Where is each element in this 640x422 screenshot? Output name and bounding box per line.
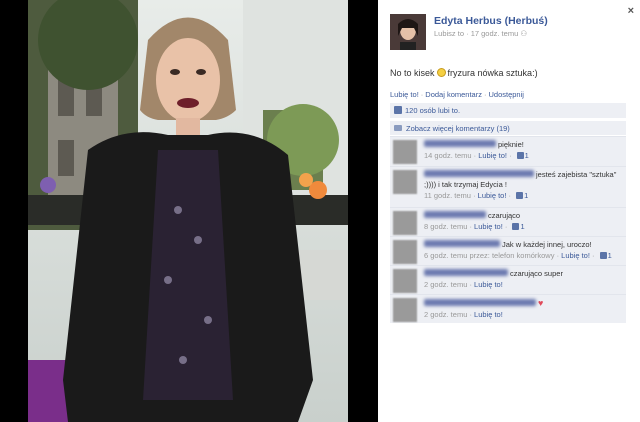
heart-icon: ♥ (538, 298, 544, 308)
comment-time[interactable]: 2 godz. temu (424, 280, 467, 289)
comment-meta: 8 godz. temu · Lubię to! · 1 (424, 222, 525, 231)
share-button[interactable]: Udostępnij (488, 90, 523, 99)
comment-item: Jak w każdej innej, uroczo! 6 godz. temu… (390, 236, 626, 265)
comment-item: ♥ 2 godz. temu · Lubię to! (390, 294, 626, 323)
comment-meta: 14 godz. temu · Lubię to! · 1 (424, 151, 529, 160)
commenter-avatar[interactable] (393, 298, 417, 322)
comment-meta: 11 godz. temu · Lubię to! · 1 (424, 191, 529, 200)
comment-body: czarująco 8 godz. temu · Lubię to! · 1 (424, 211, 622, 232)
comment-like-count[interactable]: 1 (608, 251, 612, 260)
comment-like-button[interactable]: Lubię to! (478, 191, 507, 200)
comment-time[interactable]: 11 godz. temu (424, 191, 471, 200)
likes-summary-text[interactable]: 120 osób lubi to. (405, 106, 460, 115)
comment-time[interactable]: 8 godz. temu (424, 222, 467, 231)
view-more-comments[interactable]: Zobacz więcej komentarzy (19) (390, 120, 626, 135)
comment-like-count[interactable]: 1 (520, 222, 524, 231)
thumbs-up-icon (394, 106, 402, 114)
commenter-name-redacted[interactable] (424, 140, 496, 147)
comment-item: pięknie! 14 godz. temu · Lubię to! · 1 (390, 136, 626, 166)
comment-text: pięknie! (498, 140, 524, 149)
comment-body: ♥ 2 godz. temu · Lubię to! (424, 298, 622, 320)
thumbs-up-icon (599, 252, 607, 259)
likes-summary[interactable]: 120 osób lubi to. (390, 103, 626, 118)
commenter-name-redacted[interactable] (424, 240, 500, 247)
photo-illustration (28, 0, 348, 422)
action-separator: · (420, 90, 424, 99)
commenter-name-redacted[interactable] (424, 211, 486, 218)
friends-icon: ⚇ (520, 29, 528, 38)
commenter-name-redacted[interactable] (424, 269, 508, 276)
post-text-after: fryzura nówka sztuka:) (447, 68, 538, 78)
comment-item: czarująco super 2 godz. temu · Lubię to! (390, 265, 626, 294)
view-more-comments-text[interactable]: Zobacz więcej komentarzy (19) (406, 124, 510, 133)
commenter-avatar[interactable] (393, 211, 417, 235)
post-text-before: No to kisek (390, 68, 435, 78)
comment-text: czarująco (488, 211, 521, 220)
author-name[interactable]: Edyta Herbus (Herbuś) (434, 15, 548, 27)
comment-body: pięknie! 14 godz. temu · Lubię to! · 1 (424, 140, 622, 161)
comment-meta: 6 godz. temu przez: telefon komórkowy · … (424, 251, 612, 260)
comment-meta: 2 godz. temu · Lubię to! (424, 310, 503, 319)
comment-text: Jak w każdej innej, uroczo! (502, 240, 592, 249)
comment-like-button[interactable]: Lubię to! (474, 222, 503, 231)
commenter-name-redacted[interactable] (424, 170, 534, 177)
author-avatar[interactable] (390, 14, 426, 50)
comment-like-count[interactable]: 1 (525, 151, 529, 160)
comment-like-button[interactable]: Lubię to! (478, 151, 507, 160)
smiley-icon (436, 68, 446, 77)
action-separator: · (483, 90, 487, 99)
comments-icon (394, 125, 402, 131)
comment-body: czarująco super 2 godz. temu · Lubię to! (424, 269, 622, 290)
post-text: No to kisek fryzura nówka sztuka:) (390, 68, 538, 78)
author-like-status[interactable]: Lubisz to (434, 29, 464, 38)
comment-like-button[interactable]: Lubię to! (561, 251, 590, 260)
comment-like-button[interactable]: Lubię to! (474, 280, 503, 289)
comment-text: czarująco super (510, 269, 563, 278)
commenter-name-redacted[interactable] (424, 299, 536, 306)
comment-time[interactable]: 14 godz. temu (424, 151, 472, 160)
comment-like-count[interactable]: 1 (524, 191, 528, 200)
commenter-avatar[interactable] (393, 240, 417, 264)
comment-body: Jak w każdej innej, uroczo! 6 godz. temu… (424, 240, 622, 261)
post-photo (28, 0, 348, 422)
thumbs-up-icon (512, 223, 520, 230)
like-button[interactable]: Lubię to! (390, 90, 419, 99)
commenter-avatar[interactable] (393, 140, 417, 164)
comment-button[interactable]: Dodaj komentarz (425, 90, 482, 99)
commenter-avatar[interactable] (393, 269, 417, 293)
thumbs-up-icon (516, 192, 524, 199)
post-panel: × Edyta Herbus (Herbuś) Lubisz to · 17 g… (378, 0, 640, 422)
commenter-avatar[interactable] (393, 170, 417, 194)
comment-body: jesteś zajebista "sztuka" ;)))) i tak tr… (424, 170, 622, 201)
comment-like-button[interactable]: Lubię to! (474, 310, 503, 319)
post-actions: Lubię to! · Dodaj komentarz · Udostępnij (390, 90, 524, 99)
comment-meta: 2 godz. temu · Lubię to! (424, 280, 503, 289)
author-meta: Lubisz to · 17 godz. temu ⚇ (434, 29, 528, 38)
comment-time[interactable]: 6 godz. temu przez: telefon komórkowy (424, 251, 554, 260)
thumbs-up-icon (516, 152, 524, 159)
comment-item: jesteś zajebista "sztuka" ;)))) i tak tr… (390, 166, 626, 207)
avatar-image (390, 14, 426, 50)
post-header: Edyta Herbus (Herbuś) Lubisz to · 17 god… (390, 14, 630, 54)
comment-time[interactable]: 2 godz. temu (424, 310, 467, 319)
comment-item: czarująco 8 godz. temu · Lubię to! · 1 (390, 207, 626, 236)
post-time[interactable]: 17 godz. temu (471, 29, 519, 38)
